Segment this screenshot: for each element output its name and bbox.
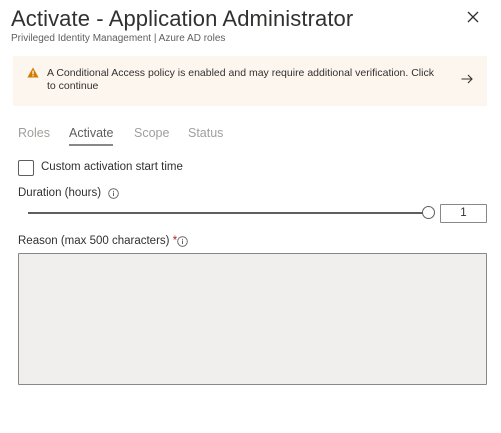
arrow-right-icon[interactable] — [461, 74, 473, 84]
page-title: Activate - Application Administrator — [11, 6, 354, 31]
tab-scope[interactable]: Scope — [134, 126, 169, 146]
info-icon[interactable] — [108, 188, 119, 199]
banner-message: A Conditional Access policy is enabled a… — [47, 67, 434, 92]
tab-roles[interactable]: Roles — [18, 126, 50, 146]
info-icon[interactable] — [177, 236, 188, 247]
reason-label-text: Reason (max 500 characters) — [18, 235, 170, 247]
tab-status[interactable]: Status — [188, 126, 223, 146]
close-icon[interactable] — [466, 10, 480, 24]
warning-icon — [27, 67, 39, 78]
reason-textarea[interactable] — [18, 253, 487, 385]
duration-slider[interactable] — [28, 206, 435, 220]
duration-input[interactable]: 1 — [440, 204, 487, 223]
slider-track — [28, 212, 425, 214]
conditional-access-banner[interactable]: A Conditional Access policy is enabled a… — [13, 56, 487, 106]
slider-thumb[interactable] — [422, 206, 435, 219]
page-subtitle: Privileged Identity Management | Azure A… — [11, 33, 226, 44]
tab-activate[interactable]: Activate — [69, 126, 114, 146]
reason-label: Reason (max 500 characters) * — [18, 235, 177, 247]
custom-start-label: Custom activation start time — [41, 161, 183, 173]
custom-start-checkbox[interactable] — [18, 160, 34, 176]
duration-label: Duration (hours) — [18, 187, 102, 199]
